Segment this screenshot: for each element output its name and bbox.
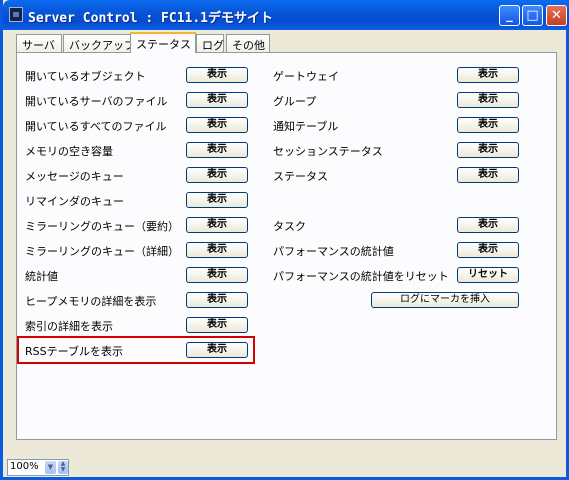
maximize-button[interactable]: □ bbox=[522, 5, 543, 26]
show-performance-stats-button[interactable]: 表示 bbox=[457, 242, 519, 258]
zoom-value: 100% bbox=[10, 461, 39, 472]
label-mirroring-queue-detail: ミラーリングのキュー（詳細） bbox=[25, 245, 179, 258]
label-reset-performance-stats: パフォーマンスの統計値をリセット bbox=[273, 270, 449, 283]
tab-log[interactable]: ログ bbox=[196, 34, 224, 52]
label-mirroring-queue-summary: ミラーリングのキュー（要約） bbox=[25, 220, 179, 233]
status-bar: 100% ▼ ▲ ▼ bbox=[3, 458, 563, 477]
tab-status[interactable]: ステータス bbox=[130, 32, 196, 53]
label-open-all-files: 開いているすべてのファイル bbox=[25, 120, 167, 133]
label-reminder-queue: リマインダのキュー bbox=[25, 195, 124, 208]
close-button[interactable]: ✕ bbox=[546, 5, 567, 26]
show-open-server-files-button[interactable]: 表示 bbox=[186, 92, 248, 108]
minimize-button[interactable]: _ bbox=[499, 5, 520, 26]
chevron-down-icon[interactable]: ▼ bbox=[45, 461, 56, 474]
maximize-icon: □ bbox=[526, 8, 539, 23]
show-open-objects-button[interactable]: 表示 bbox=[186, 67, 248, 83]
close-icon: ✕ bbox=[551, 8, 562, 23]
minimize-icon: _ bbox=[506, 8, 513, 23]
rss-row-highlight bbox=[17, 336, 255, 364]
label-task: タスク bbox=[273, 220, 306, 233]
tab-server[interactable]: サーバ bbox=[16, 34, 62, 52]
label-free-memory: メモリの空き容量 bbox=[25, 145, 113, 158]
show-status-button[interactable]: 表示 bbox=[457, 167, 519, 183]
label-session-status: セッションステータス bbox=[273, 145, 383, 158]
show-notification-table-button[interactable]: 表示 bbox=[457, 117, 519, 133]
window-title: Server Control : FC11.1デモサイト bbox=[28, 11, 274, 26]
insert-log-marker-button[interactable]: ログにマーカを挿入 bbox=[371, 292, 519, 308]
show-session-status-button[interactable]: 表示 bbox=[457, 142, 519, 158]
show-reminder-queue-button[interactable]: 表示 bbox=[186, 192, 248, 208]
show-open-all-files-button[interactable]: 表示 bbox=[186, 117, 248, 133]
label-notification-table: 通知テーブル bbox=[273, 120, 339, 133]
label-message-queue: メッセージのキュー bbox=[25, 170, 124, 183]
show-message-queue-button[interactable]: 表示 bbox=[186, 167, 248, 183]
show-group-button[interactable]: 表示 bbox=[457, 92, 519, 108]
label-heap-memory-detail: ヒープメモリの詳細を表示 bbox=[25, 295, 157, 308]
label-group: グループ bbox=[273, 95, 317, 108]
tab-other[interactable]: その他 bbox=[226, 34, 270, 52]
label-gateway: ゲートウェイ bbox=[273, 70, 339, 83]
label-status: ステータス bbox=[273, 170, 328, 183]
show-heap-memory-detail-button[interactable]: 表示 bbox=[186, 292, 248, 308]
reset-performance-stats-button[interactable]: リセット bbox=[457, 267, 519, 283]
show-gateway-button[interactable]: 表示 bbox=[457, 67, 519, 83]
label-performance-stats: パフォーマンスの統計値 bbox=[273, 245, 394, 258]
show-task-button[interactable]: 表示 bbox=[457, 217, 519, 233]
zoom-select[interactable]: 100% ▼ ▲ ▼ bbox=[7, 459, 69, 476]
show-mirroring-queue-detail-button[interactable]: 表示 bbox=[186, 242, 248, 258]
label-open-server-files: 開いているサーバのファイル bbox=[25, 95, 168, 108]
title-bar[interactable]: Server Control : FC11.1デモサイト _ □ ✕ bbox=[3, 0, 569, 30]
show-statistics-button[interactable]: 表示 bbox=[186, 267, 248, 283]
zoom-spinner-icon[interactable]: ▲ ▼ bbox=[58, 461, 68, 474]
label-open-objects: 開いているオブジェクト bbox=[25, 70, 146, 83]
label-statistics: 統計値 bbox=[25, 270, 58, 283]
server-control-window: Server Control : FC11.1デモサイト _ □ ✕ サーバ バ… bbox=[0, 0, 569, 480]
tab-backup[interactable]: バックアップ bbox=[63, 34, 135, 52]
show-mirroring-queue-summary-button[interactable]: 表示 bbox=[186, 217, 248, 233]
label-index-detail: 索引の詳細を表示 bbox=[25, 320, 113, 333]
show-free-memory-button[interactable]: 表示 bbox=[186, 142, 248, 158]
show-index-detail-button[interactable]: 表示 bbox=[186, 317, 248, 333]
app-icon bbox=[9, 7, 23, 22]
